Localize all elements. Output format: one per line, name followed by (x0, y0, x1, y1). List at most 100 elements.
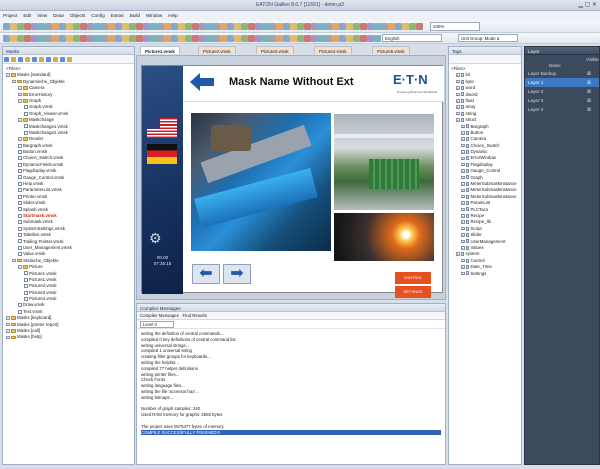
toolbar-button-icon[interactable] (185, 35, 192, 42)
panel-toolbar-icon[interactable] (18, 57, 23, 62)
toolbar-button-icon[interactable] (101, 35, 108, 42)
panel-toolbar-icon[interactable] (67, 57, 72, 62)
toolbar-button-icon[interactable] (297, 35, 304, 42)
toolbar-button-icon[interactable] (31, 23, 38, 30)
control-button[interactable]: CONTROL (395, 272, 431, 284)
toolbar-button-icon[interactable] (255, 35, 262, 42)
toolbar-button-icon[interactable] (339, 35, 346, 42)
editor-tab[interactable]: Picture2.vmsk (198, 46, 236, 54)
toolbar-button-icon[interactable] (227, 23, 234, 30)
visibility-checkbox-icon[interactable]: ☒ (587, 89, 592, 94)
toolbar-button-icon[interactable] (241, 35, 248, 42)
expand-toggle-icon[interactable]: + (456, 79, 460, 84)
menu-item-project[interactable]: Project (0, 11, 20, 20)
visibility-checkbox-icon[interactable]: ☒ (587, 98, 592, 103)
unit-group-select[interactable]: Unit Group: Mode a (458, 34, 518, 42)
panel-toolbar-icon[interactable] (11, 57, 16, 62)
menu-item-help[interactable]: Help (165, 11, 180, 20)
panel-toolbar-icon[interactable] (25, 57, 30, 62)
toolbar-button-icon[interactable] (262, 35, 269, 42)
visibility-checkbox-icon[interactable]: ☒ (587, 80, 592, 85)
toolbar-button-icon[interactable] (185, 23, 192, 30)
toolbar-button-icon[interactable] (157, 35, 164, 42)
visibility-checkbox-icon[interactable]: ☒ (587, 107, 592, 112)
toolbar-button-icon[interactable] (164, 23, 171, 30)
german-flag-icon[interactable] (147, 144, 177, 164)
toolbar-button-icon[interactable] (332, 23, 339, 30)
menu-item-edit[interactable]: Edit (20, 11, 34, 20)
visibility-checkbox-icon[interactable]: ☒ (587, 71, 592, 76)
expand-toggle-icon[interactable]: + (461, 162, 465, 167)
toolbar-button-icon[interactable] (213, 35, 220, 42)
toolbar-button-icon[interactable] (199, 23, 206, 30)
toolbar-button-icon[interactable] (346, 23, 353, 30)
layer-row[interactable]: Layer 2 ☒ (525, 87, 599, 96)
expand-toggle-icon[interactable]: + (456, 252, 460, 256)
toolbar-button-icon[interactable] (150, 35, 157, 42)
expand-toggle-icon[interactable]: + (461, 226, 465, 231)
toolbar-button-icon[interactable] (374, 23, 381, 30)
layer-row[interactable]: Layer 1 ☒ (525, 78, 599, 87)
expand-toggle-icon[interactable]: + (461, 214, 465, 218)
expand-toggle-icon[interactable]: + (456, 111, 460, 116)
menu-item-draw[interactable]: Draw (50, 11, 67, 20)
toolbar-button-icon[interactable] (374, 35, 381, 42)
toolbar-button-icon[interactable] (129, 35, 136, 42)
toolbar-button-icon[interactable] (192, 35, 199, 42)
toolbar-button-icon[interactable] (80, 35, 87, 42)
expand-toggle-icon[interactable]: + (461, 246, 465, 250)
level-select[interactable]: Level 0 (140, 321, 174, 328)
toolbar-button-icon[interactable] (402, 23, 409, 30)
expand-toggle-icon[interactable]: − (18, 265, 22, 269)
panel-toolbar-icon[interactable] (4, 57, 9, 62)
toolbar-button-icon[interactable] (269, 23, 276, 30)
toolbar-button-icon[interactable] (318, 23, 325, 30)
editor-tab[interactable]: Picture4.vmsk (314, 46, 352, 54)
editor-tab[interactable]: Picture5.vmsk (372, 46, 410, 54)
expand-toggle-icon[interactable]: + (461, 265, 465, 269)
menu-item-objects[interactable]: Objects (67, 11, 89, 20)
toolbar-button-icon[interactable] (3, 35, 10, 42)
toolbar-button-icon[interactable] (409, 23, 416, 30)
toolbar-button-icon[interactable] (129, 23, 136, 30)
toolbar-button-icon[interactable] (136, 23, 143, 30)
toolbar-button-icon[interactable] (353, 35, 360, 42)
expand-toggle-icon[interactable]: − (12, 258, 16, 263)
toolbar-button-icon[interactable] (108, 23, 115, 30)
zoom-select[interactable]: 100% (430, 22, 480, 31)
toolbar-button-icon[interactable] (136, 35, 143, 42)
expand-toggle-icon[interactable]: − (6, 322, 10, 327)
toolbar-button-icon[interactable] (262, 23, 269, 30)
toolbar-button-icon[interactable] (311, 35, 318, 42)
expand-toggle-icon[interactable]: − (6, 73, 10, 77)
editor-tab[interactable]: Picture1.vmsk (140, 46, 180, 54)
toolbar-button-icon[interactable] (360, 23, 367, 30)
toolbar-button-icon[interactable] (115, 23, 122, 30)
editor-tab[interactable]: Picture3.vmsk (256, 46, 294, 54)
toolbar-button-icon[interactable] (80, 23, 87, 30)
toolbar-button-icon[interactable] (59, 35, 66, 42)
toolbar-button-icon[interactable] (59, 23, 66, 30)
toolbar-button-icon[interactable] (38, 35, 45, 42)
menu-item-view[interactable]: View (34, 11, 50, 20)
toolbar-button-icon[interactable] (220, 23, 227, 30)
toolbar-button-icon[interactable] (94, 35, 101, 42)
expand-toggle-icon[interactable]: + (461, 169, 465, 173)
toolbar-button-icon[interactable] (283, 23, 290, 30)
expand-toggle-icon[interactable]: + (461, 150, 465, 154)
expand-toggle-icon[interactable]: − (6, 329, 10, 333)
panel-toolbar-icon[interactable] (32, 57, 37, 62)
menu-item-window[interactable]: Window (143, 11, 165, 20)
toolbar-button-icon[interactable] (164, 35, 171, 42)
expand-toggle-icon[interactable]: − (18, 86, 22, 90)
expand-toggle-icon[interactable]: + (461, 175, 465, 180)
expand-toggle-icon[interactable]: + (456, 86, 460, 90)
toolbar-button-icon[interactable] (206, 23, 213, 30)
toolbar-button-icon[interactable] (87, 23, 94, 30)
toolbar-button-icon[interactable] (346, 35, 353, 42)
menu-item-extras[interactable]: Extras (108, 11, 127, 20)
toolbar-button-icon[interactable] (87, 35, 94, 42)
toolbar-button-icon[interactable] (150, 23, 157, 30)
expand-toggle-icon[interactable]: − (6, 335, 10, 339)
expand-toggle-icon[interactable]: − (12, 79, 16, 84)
